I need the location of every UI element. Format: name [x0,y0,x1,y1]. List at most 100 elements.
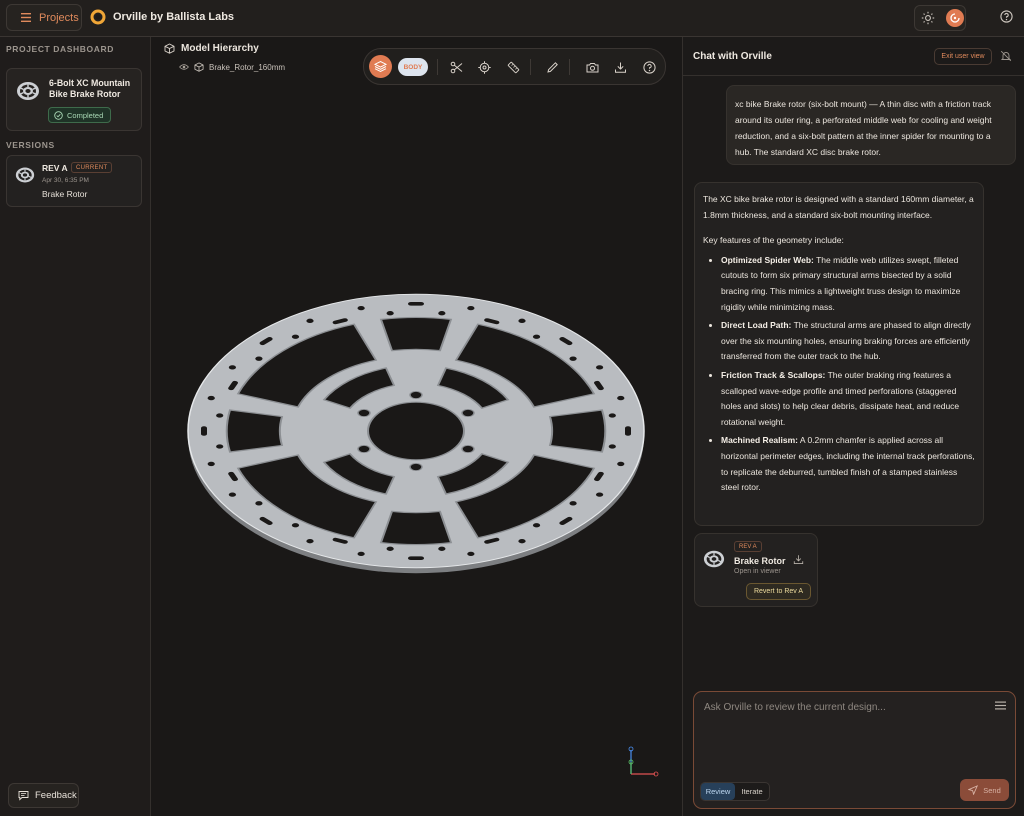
rotor-hole [207,461,215,467]
screenshot-button[interactable] [584,59,600,75]
annotate-button[interactable] [544,59,560,75]
brand: Orville by Ballista Labs [90,9,234,25]
body-toggle[interactable]: BODY [398,58,428,76]
rotor-hole [291,334,300,339]
rotor-hole [518,538,526,544]
open-in-viewer-link[interactable]: Open in viewer [734,568,781,575]
user-message: xc bike Brake rotor (six-bolt mount) — A… [726,85,1016,165]
assistant-message: The XC bike brake rotor is designed with… [694,182,984,526]
rotor-hole [228,365,237,370]
avatar-icon [950,13,960,23]
camera-icon [586,62,598,72]
viewer-help-button[interactable] [641,59,657,75]
rotor-thumbnail-icon [17,82,39,100]
viewer-toolbar: BODY [363,48,666,85]
feature-title: Machined Realism: [721,435,798,446]
avatar[interactable] [946,9,964,27]
list-item: Machined Realism: A 0.2mm chamfer is app… [721,433,975,495]
section-cut-button[interactable] [448,59,464,75]
hierarchy-item[interactable]: Brake_Rotor_160mm [179,62,285,72]
projects-button[interactable]: Projects [6,4,82,31]
toolbar-divider [437,59,438,75]
revert-button[interactable]: Revert to Rev A [746,583,811,600]
mode-review[interactable]: Review [701,783,735,800]
mode-iterate[interactable]: Iterate [735,783,769,800]
status-badge: Completed [48,107,112,123]
brake-rotor-model[interactable] [183,277,649,587]
feedback-button[interactable]: Feedback [8,783,79,808]
help-icon [642,60,656,74]
ruler-icon [507,61,519,73]
rotor-hole [228,492,237,497]
download-icon[interactable] [793,554,804,565]
brand-title: Orville by Ballista Labs [113,11,235,23]
layers-icon [374,60,387,73]
revision-card[interactable]: REV A Brake Rotor Open in viewer Revert … [694,533,818,607]
rotor-hole [255,356,263,361]
chat-input[interactable] [704,702,984,762]
eye-icon[interactable] [179,63,189,71]
scissors-icon [450,61,462,73]
model-hierarchy-header: Model Hierarchy [164,43,259,54]
rotor-thumbnail-icon [15,167,35,183]
rotor-hole [532,334,541,339]
rotor-hole [569,501,577,506]
export-button[interactable] [612,59,628,75]
versions-label: VERSIONS [6,140,55,150]
rotor-hole [357,305,365,311]
project-dashboard-label: PROJECT DASHBOARD [6,44,114,54]
send-button[interactable]: Send [960,779,1009,801]
feature-title: Friction Track & Scallops: [721,369,826,380]
feature-title: Direct Load Path: [721,320,792,331]
rotor-hole [595,365,604,370]
chat-panel: Chat with Orville Exit user view xc bike… [683,37,1024,816]
rotor-hole [216,444,224,449]
revision-name: Brake Rotor [734,556,786,566]
rotor-hole [357,551,365,557]
top-bar: Projects Orville by Ballista Labs [0,0,1024,37]
pencil-icon [546,61,558,73]
feature-title: Optimized Spider Web: [721,254,814,265]
rotor-hole [617,461,625,467]
rotor-hole [617,395,625,401]
send-icon [968,785,979,795]
version-date: Apr 30, 6:35 PM [42,177,89,184]
exit-user-view-button[interactable]: Exit user view [934,48,992,65]
bell-off-icon[interactable] [1000,50,1012,62]
measure-button[interactable] [505,59,521,75]
list-item: Direct Load Path: The structural arms ar… [721,318,975,365]
menu-icon[interactable] [995,701,1006,710]
theme-user-group [914,5,966,31]
rotor-hole [386,311,394,316]
axis-gizmo [628,746,659,777]
chat-header: Chat with Orville Exit user view [683,37,1024,76]
list-item: Optimized Spider Web: The middle web uti… [721,253,975,315]
help-icon[interactable] [1000,10,1013,23]
assistant-intro: The XC bike brake rotor is designed with… [703,194,974,220]
project-title: 6-Bolt XC Mountain Bike Brake Rotor [49,78,131,99]
toolbar-divider [530,59,531,75]
3d-viewport[interactable]: Model Hierarchy Brake_Rotor_160mm BODY [151,37,683,816]
rotor-hole [608,413,616,418]
left-sidebar: PROJECT DASHBOARD 6-Bolt XC Mountain Bik… [0,37,151,816]
project-card[interactable]: 6-Bolt XC Mountain Bike Brake Rotor Comp… [6,68,142,131]
check-circle-icon [54,110,63,120]
rotor-hole [306,538,314,544]
rotor-hole [438,546,446,551]
rotor-hole [532,523,541,528]
rotor-hole [207,395,215,401]
toolbar-divider [569,59,570,75]
chat-input-box: Review Iterate Send [693,691,1016,809]
version-card[interactable]: REV A CURRENT Apr 30, 6:35 PM Brake Roto… [6,155,142,207]
sun-icon[interactable] [921,11,935,25]
rotor-slot [625,426,631,436]
menu-icon [21,13,31,22]
chat-title: Chat with Orville [693,51,772,62]
layers-button[interactable] [369,55,392,78]
cube-icon [194,62,204,72]
focus-button[interactable] [476,59,492,75]
rotor-thumbnail-icon [703,550,725,568]
rotor-hole [467,551,475,557]
status-label: Completed [67,110,104,120]
send-label: Send [983,785,1001,795]
